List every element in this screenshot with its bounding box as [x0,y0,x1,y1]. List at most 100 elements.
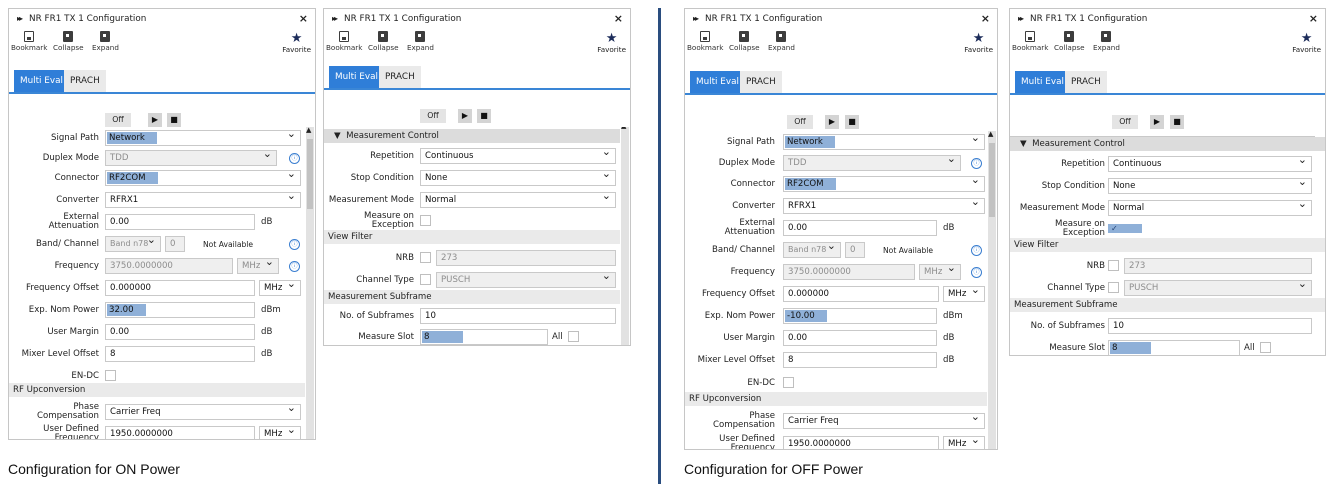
channel-type-checkbox[interactable] [420,274,431,285]
frequency-offset-input[interactable]: 0.000000 [783,286,939,302]
stop-button[interactable]: ■ [845,115,859,129]
user-margin-input[interactable]: 0.00 [105,324,255,340]
tab-prach[interactable]: PRACH [740,71,782,93]
off-button[interactable]: Off [1112,115,1138,129]
nrb-checkbox[interactable] [1108,260,1119,271]
signal-path-select[interactable]: Network [783,134,985,150]
connector-select[interactable]: RF2COM [105,170,301,186]
measure-slot-input[interactable]: 8 [1108,340,1240,355]
bookmark-button[interactable]: Bookmark [1012,31,1048,52]
en-dc-checkbox[interactable] [105,370,116,381]
en-dc-checkbox[interactable] [783,377,794,388]
external-attenuation-input[interactable]: 0.00 [783,220,937,236]
bookmark-button[interactable]: Bookmark [326,31,362,52]
channel-type-checkbox[interactable] [1108,282,1119,293]
stop-condition-select[interactable]: None [420,170,616,186]
user-defined-frequency-input[interactable]: 1950.0000000 [783,436,939,449]
tab-multi-eval[interactable]: Multi Eval [690,71,745,93]
converter-select[interactable]: RFRX1 [783,198,985,214]
close-icon[interactable]: × [1309,12,1318,25]
offset-unit-select[interactable]: MHz [259,280,301,296]
measure-slot-input[interactable]: 8 [420,329,548,345]
tab-prach[interactable]: PRACH [379,66,421,88]
tab-multi-eval[interactable]: Multi Eval [1015,71,1070,93]
frequency-offset-input[interactable]: 0.000000 [105,280,255,296]
no-of-subframes-input[interactable]: 10 [420,308,616,324]
play-button[interactable]: ▶ [825,115,839,129]
mixer-level-offset-input[interactable]: 8 [105,346,255,362]
all-checkbox[interactable] [568,331,579,342]
user-defined-frequency-input[interactable]: 1950.0000000 [105,426,255,439]
duplex-info-icon[interactable]: ⓘ [289,153,300,164]
stop-condition-select[interactable]: None [1108,178,1312,194]
udf-unit-select[interactable]: MHz [943,436,985,449]
collapse-button[interactable]: Collapse [1054,31,1085,52]
collapse-button[interactable]: Collapse [368,31,399,52]
converter-select[interactable]: RFRX1 [105,192,301,208]
external-attenuation-input[interactable]: 0.00 [105,214,255,230]
duplex-info-icon[interactable]: ⓘ [971,158,982,169]
nrb-checkbox[interactable] [420,252,431,263]
frequency-info-icon[interactable]: ⓘ [971,267,982,278]
frequency-label: Frequency [54,260,99,271]
collapse-button[interactable]: Collapse [729,31,760,52]
expand-arrows-icon[interactable]: ▸▸ [1018,14,1024,23]
bookmark-button[interactable]: Bookmark [687,31,723,52]
expand-arrows-icon[interactable]: ▸▸ [17,14,23,23]
frequency-info-icon[interactable]: ⓘ [289,261,300,272]
all-checkbox[interactable] [1260,342,1271,353]
measure-on-exception-checkbox[interactable]: ✓ [1108,224,1142,233]
play-button[interactable]: ▶ [148,113,162,127]
exp-nom-power-input[interactable]: 32.00 [105,302,255,318]
exp-nom-power-input[interactable]: -10.00 [783,308,937,324]
tab-prach[interactable]: PRACH [1065,71,1107,93]
measurement-mode-select[interactable]: Normal [1108,200,1312,216]
udf-unit-select[interactable]: MHz [259,426,301,439]
stop-button[interactable]: ■ [167,113,181,127]
favorite-button[interactable]: ★ Favorite [282,32,311,54]
scroll-up-icon[interactable]: ▲ [621,127,626,130]
play-button[interactable]: ▶ [458,109,472,123]
signal-path-select[interactable]: Network [105,130,301,146]
phase-compensation-select[interactable]: Carrier Freq [105,404,301,420]
close-icon[interactable]: × [981,12,990,25]
stop-button[interactable]: ■ [1170,115,1184,129]
favorite-button[interactable]: ★ Favorite [964,32,993,54]
tab-multi-eval[interactable]: Multi Eval [14,70,69,92]
measurement-control-section[interactable]: ▼ Measurement Control [324,129,620,143]
collapse-section-icon[interactable]: ▼ [1020,139,1027,149]
user-margin-input[interactable]: 0.00 [783,330,937,346]
phase-compensation-select[interactable]: Carrier Freq [783,413,985,429]
repetition-select[interactable]: Continuous [420,148,616,164]
expand-button[interactable]: Expand [1093,31,1120,52]
expand-arrows-icon[interactable]: ▸▸ [693,14,699,23]
favorite-button[interactable]: ★ Favorite [597,32,626,54]
band-info-icon[interactable]: ⓘ [971,245,982,256]
no-of-subframes-input[interactable]: 10 [1108,318,1312,334]
offset-unit-select[interactable]: MHz [943,286,985,302]
measure-on-exception-checkbox[interactable] [420,215,431,226]
collapse-button[interactable]: Collapse [53,31,84,52]
connector-select[interactable]: RF2COM [783,176,985,192]
tab-prach[interactable]: PRACH [64,70,106,92]
close-icon[interactable]: × [299,12,308,25]
favorite-button[interactable]: ★ Favorite [1292,32,1321,54]
off-button[interactable]: Off [420,109,446,123]
tab-multi-eval[interactable]: Multi Eval [329,66,384,88]
play-button[interactable]: ▶ [1150,115,1164,129]
mixer-level-offset-input[interactable]: 8 [783,352,937,368]
expand-button[interactable]: Expand [768,31,795,52]
off-button[interactable]: Off [105,113,131,127]
expand-arrows-icon[interactable]: ▸▸ [332,14,338,23]
stop-button[interactable]: ■ [477,109,491,123]
repetition-select[interactable]: Continuous [1108,156,1312,172]
collapse-section-icon[interactable]: ▼ [334,131,341,141]
off-button[interactable]: Off [787,115,813,129]
expand-button[interactable]: Expand [407,31,434,52]
close-icon[interactable]: × [614,12,623,25]
bookmark-button[interactable]: Bookmark [11,31,47,52]
measurement-control-section[interactable]: ▼ Measurement Control [1010,137,1325,151]
measurement-mode-select[interactable]: Normal [420,192,616,208]
band-info-icon[interactable]: ⓘ [289,239,300,250]
expand-button[interactable]: Expand [92,31,119,52]
